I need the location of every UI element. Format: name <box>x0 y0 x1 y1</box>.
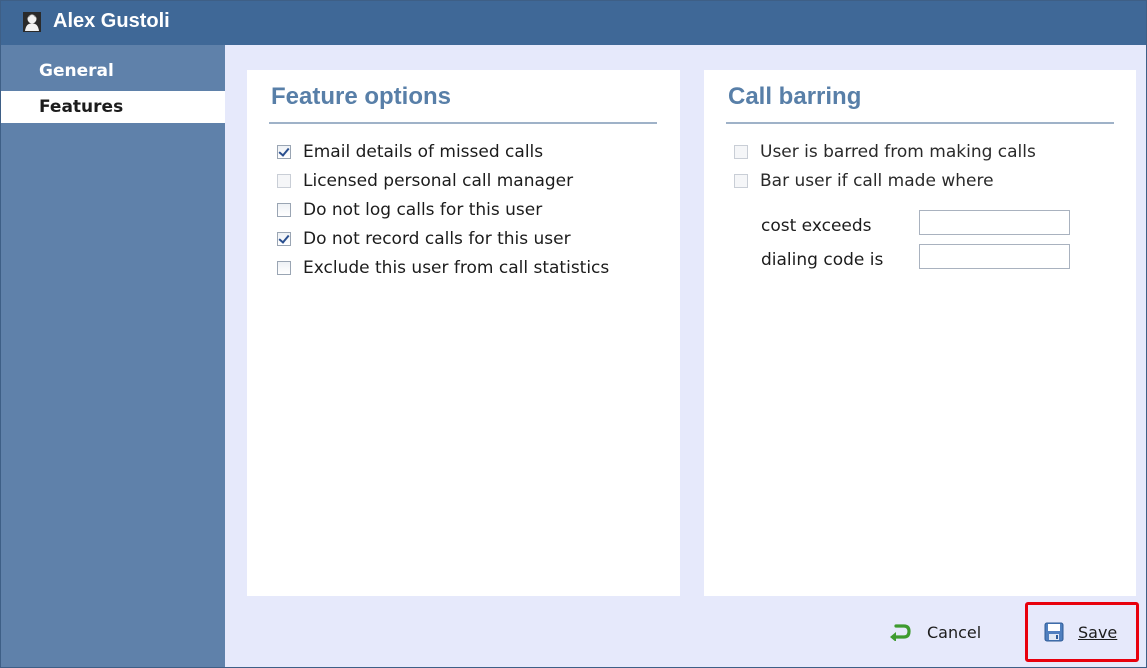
window-title: Alex Gustoli <box>53 10 170 32</box>
option-label: Bar user if call made where <box>760 171 994 191</box>
option-label: Do not log calls for this user <box>303 200 543 220</box>
save-label: Save <box>1078 622 1118 642</box>
option-licensed-personal-call-manager[interactable]: Licensed personal call manager <box>277 169 573 193</box>
cost-exceeds-label: cost exceeds <box>761 216 872 236</box>
checkbox[interactable] <box>277 203 291 217</box>
option-label: Exclude this user from call statistics <box>303 258 610 278</box>
save-button[interactable]: Save <box>1025 602 1139 662</box>
undo-arrow-icon <box>890 624 911 641</box>
option-bar-user-if[interactable]: Bar user if call made where <box>734 169 994 193</box>
option-do-not-log-calls[interactable]: Do not log calls for this user <box>277 198 542 222</box>
panel-title: Feature options <box>271 83 452 110</box>
feature-options-panel: Feature options Email details of missed … <box>247 70 680 596</box>
checkbox[interactable] <box>734 174 748 188</box>
floppy-disk-icon <box>1044 622 1064 642</box>
option-user-barred[interactable]: User is barred from making calls <box>734 140 1036 164</box>
cancel-label: Cancel <box>927 622 982 642</box>
dialing-code-label: dialing code is <box>761 250 884 270</box>
checkbox[interactable] <box>277 145 291 159</box>
checkbox[interactable] <box>734 145 748 159</box>
option-exclude-from-statistics[interactable]: Exclude this user from call statistics <box>277 256 609 280</box>
user-silhouette-icon <box>23 12 41 32</box>
call-barring-panel: Call barring User is barred from making … <box>704 70 1136 596</box>
cost-exceeds-input[interactable] <box>919 210 1070 235</box>
divider <box>726 122 1114 124</box>
cancel-button[interactable]: Cancel <box>889 613 981 651</box>
panel-title: Call barring <box>728 83 862 110</box>
dialing-code-input[interactable] <box>919 244 1070 269</box>
checkbox[interactable] <box>277 174 291 188</box>
title-bar: Alex Gustoli <box>1 1 1146 45</box>
option-label: Licensed personal call manager <box>303 171 574 191</box>
checkbox[interactable] <box>277 232 291 246</box>
user-settings-window: Alex Gustoli General Features Feature op… <box>0 0 1147 668</box>
option-do-not-record-calls[interactable]: Do not record calls for this user <box>277 227 571 251</box>
sidebar-item-general[interactable]: General <box>1 55 225 87</box>
sidebar-item-features[interactable]: Features <box>1 91 225 123</box>
divider <box>269 122 657 124</box>
checkbox[interactable] <box>277 261 291 275</box>
sidebar: General Features <box>1 45 225 667</box>
option-email-missed-calls[interactable]: Email details of missed calls <box>277 140 543 164</box>
option-label: User is barred from making calls <box>760 142 1036 162</box>
option-label: Do not record calls for this user <box>303 229 571 249</box>
option-label: Email details of missed calls <box>303 142 544 162</box>
